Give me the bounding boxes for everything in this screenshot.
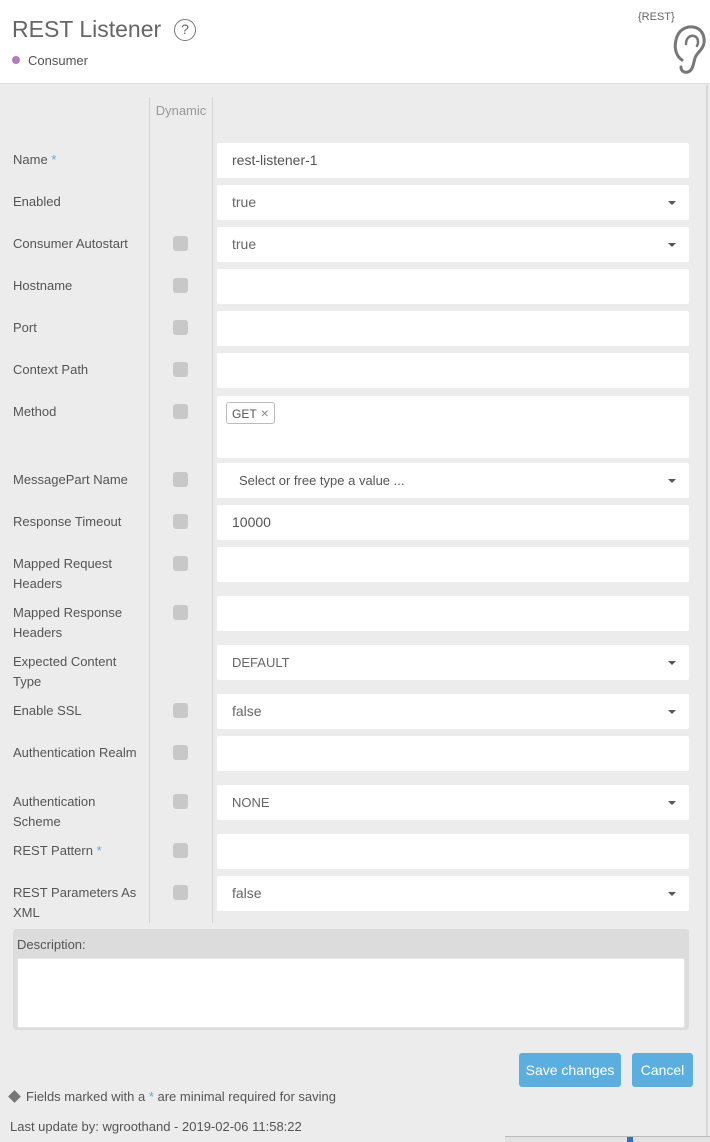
authentication-scheme-label: Authentication Scheme xyxy=(13,794,96,829)
port-dynamic-checkbox[interactable] xyxy=(173,320,188,335)
rest-parameters-as-xml-dynamic-checkbox[interactable] xyxy=(173,885,188,900)
help-icon[interactable]: ? xyxy=(174,19,196,41)
port-field[interactable] xyxy=(217,311,689,346)
authentication-scheme-dynamic-checkbox[interactable] xyxy=(173,794,188,809)
consumer-autostart-select[interactable]: true xyxy=(217,227,689,262)
authentication-scheme-select[interactable]: NONE xyxy=(217,785,689,820)
response-timeout-label: Response Timeout xyxy=(13,514,122,529)
mapped-response-headers-label: Mapped Response Headers xyxy=(13,605,123,640)
last-update-info: Last update by: wgroothand - 2019-02-06 … xyxy=(10,1119,302,1134)
hostname-dynamic-checkbox[interactable] xyxy=(173,278,188,293)
context-path-field[interactable] xyxy=(217,353,689,388)
messagepart-name-select[interactable]: Select or free type a value ... xyxy=(217,463,689,498)
port-label: Port xyxy=(13,320,37,335)
method-label: Method xyxy=(13,404,57,419)
enable-ssl-select[interactable]: false xyxy=(217,694,689,729)
context-path-dynamic-checkbox[interactable] xyxy=(173,362,188,377)
toolbar-marker xyxy=(627,1137,633,1142)
enable-ssl-label: Enable SSL xyxy=(13,703,82,718)
name-label: Name * xyxy=(13,152,57,167)
component-type-label: Consumer xyxy=(28,53,88,68)
method-tag: GET × xyxy=(226,402,275,424)
method-field[interactable]: GET × xyxy=(217,396,689,458)
response-timeout-field[interactable]: 10000 xyxy=(217,505,689,540)
consumer-autostart-label: Consumer Autostart xyxy=(13,236,128,251)
consumer-autostart-dynamic-checkbox[interactable] xyxy=(173,236,188,251)
enabled-select[interactable]: true xyxy=(217,185,689,220)
remove-tag-icon[interactable]: × xyxy=(261,405,269,421)
mapped-request-headers-label: Mapped Request Headers xyxy=(13,556,113,591)
enabled-label: Enabled xyxy=(13,194,61,209)
save-changes-button[interactable]: Save changes xyxy=(519,1053,621,1087)
messagepart-name-label: MessagePart Name xyxy=(13,472,128,487)
messagepart-name-dynamic-checkbox[interactable] xyxy=(173,472,188,487)
ear-icon xyxy=(673,25,706,74)
bottom-toolbar-edge xyxy=(505,1136,710,1142)
hostname-field[interactable] xyxy=(217,269,689,304)
description-textarea[interactable] xyxy=(17,958,685,1028)
hostname-label: Hostname xyxy=(13,278,73,293)
mapped-request-headers-field[interactable] xyxy=(217,547,689,582)
rest-pattern-field[interactable] xyxy=(217,834,689,869)
rest-pattern-dynamic-checkbox[interactable] xyxy=(173,843,188,858)
authentication-realm-dynamic-checkbox[interactable] xyxy=(173,745,188,760)
component-type: Consumer xyxy=(12,53,88,68)
page-header: REST Listener ? Consumer {REST} xyxy=(0,0,710,84)
rest-parameters-as-xml-select[interactable]: false xyxy=(217,876,689,911)
diamond-icon xyxy=(8,1090,21,1103)
required-fields-note: Fields marked with a * are minimal requi… xyxy=(8,1089,336,1104)
rest-pattern-label: REST Pattern * xyxy=(13,843,102,858)
page-title: REST Listener xyxy=(12,16,162,42)
rest-logo: {REST} xyxy=(636,10,706,74)
response-timeout-dynamic-checkbox[interactable] xyxy=(173,514,188,529)
authentication-realm-field[interactable] xyxy=(217,736,689,771)
mapped-response-headers-field[interactable] xyxy=(217,596,689,631)
mapped-request-headers-dynamic-checkbox[interactable] xyxy=(173,556,188,571)
expected-content-type-select[interactable]: DEFAULT xyxy=(217,645,689,680)
rest-logo-text: {REST} xyxy=(638,11,675,23)
type-dot-icon xyxy=(12,56,20,64)
name-field[interactable]: rest-listener-1 xyxy=(217,143,689,178)
authentication-realm-label: Authentication Realm xyxy=(13,745,137,760)
description-label: Description: xyxy=(17,937,86,952)
enable-ssl-dynamic-checkbox[interactable] xyxy=(173,703,188,718)
rest-parameters-as-xml-label: REST Parameters As XML xyxy=(13,885,137,920)
dynamic-column-header: Dynamic xyxy=(155,103,207,118)
mapped-response-headers-dynamic-checkbox[interactable] xyxy=(173,605,188,620)
cancel-button[interactable]: Cancel xyxy=(632,1053,693,1087)
method-dynamic-checkbox[interactable] xyxy=(173,404,188,419)
description-section: Description: xyxy=(13,929,689,1030)
expected-content-type-label: Expected Content Type xyxy=(13,654,117,689)
context-path-label: Context Path xyxy=(13,362,89,377)
